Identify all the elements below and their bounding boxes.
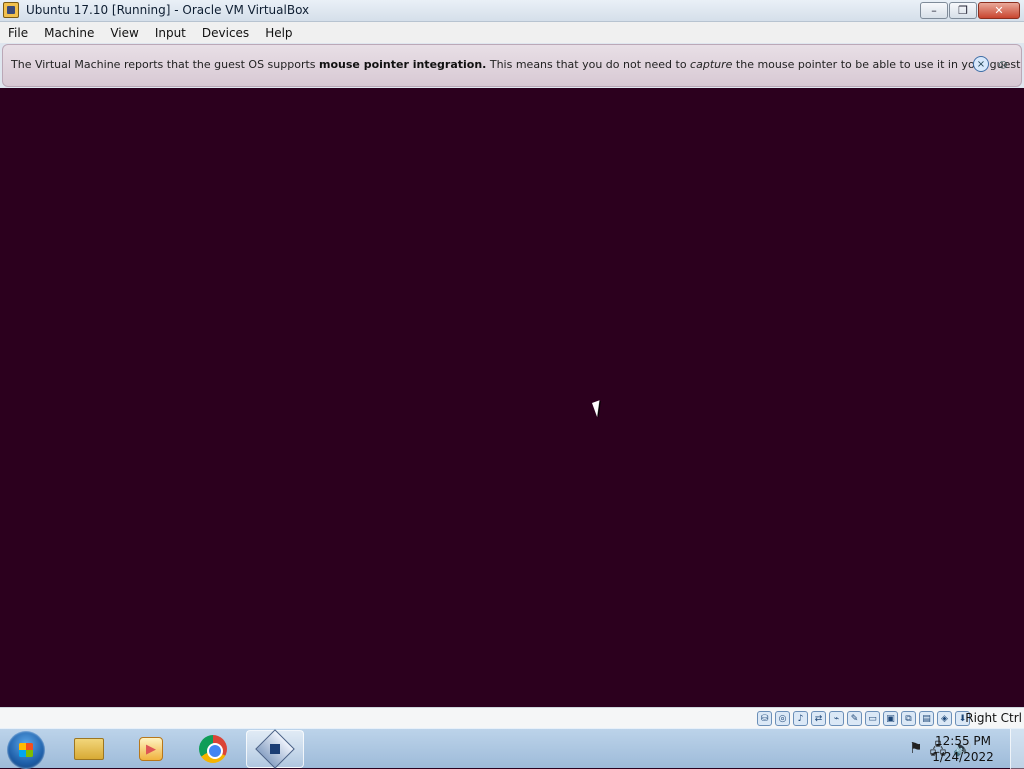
menu-devices[interactable]: Devices xyxy=(194,26,257,40)
video-capture-icon[interactable]: ⧉ xyxy=(901,711,916,726)
audio-icon[interactable]: ♪ xyxy=(793,711,808,726)
notice-italic-text: capture xyxy=(690,58,733,71)
notice-text: The Virtual Machine reports that the gue… xyxy=(11,58,1021,71)
mouse-cursor-icon xyxy=(592,400,605,418)
title-bar[interactable]: Ubuntu 17.10 [Running] - Oracle VM Virtu… xyxy=(0,0,1024,22)
taskbar-explorer-button[interactable] xyxy=(60,730,118,768)
pencil-icon[interactable]: ✎ xyxy=(847,711,862,726)
start-button-icon[interactable] xyxy=(7,731,45,769)
taskbar-virtualbox-button[interactable] xyxy=(246,729,304,769)
menu-bar: File Machine View Input Devices Help xyxy=(0,22,1024,43)
virtualbox-status-bar: ⛁ ◎ ♪ ⇄ ⌁ ✎ ▭ ▣ ⧉ ▤ ◈ ⬇ Right Ctrl xyxy=(0,707,1024,728)
hard-disk-icon[interactable]: ⛁ xyxy=(757,711,772,726)
minimize-button[interactable]: – xyxy=(920,2,948,19)
file-explorer-icon xyxy=(74,738,104,760)
close-button[interactable]: ✕ xyxy=(978,2,1020,19)
menu-help[interactable]: Help xyxy=(257,26,300,40)
media-player-icon: ▶ xyxy=(139,737,163,761)
optical-drive-icon[interactable]: ◎ xyxy=(775,711,790,726)
mouse-integration-icon[interactable]: ◈ xyxy=(937,711,952,726)
notice-text-middle: This means that you do not need to xyxy=(486,58,691,71)
flag-icon[interactable]: ⚑ xyxy=(909,739,922,764)
close-notice-icon[interactable]: × xyxy=(973,56,989,72)
virtualbox-app-icon xyxy=(3,2,19,18)
usb-icon[interactable]: ⌁ xyxy=(829,711,844,726)
clock-date: 1/24/2022 xyxy=(932,750,994,764)
menu-machine[interactable]: Machine xyxy=(36,26,102,40)
menu-input[interactable]: Input xyxy=(147,26,194,40)
dont-show-again-icon[interactable]: ⦸ xyxy=(995,56,1011,72)
cpu-icon[interactable]: ▤ xyxy=(919,711,934,726)
window-title: Ubuntu 17.10 [Running] - Oracle VM Virtu… xyxy=(26,3,310,17)
mouse-integration-notice: The Virtual Machine reports that the gue… xyxy=(2,44,1022,87)
guest-os-screen[interactable] xyxy=(0,88,1024,707)
taskbar-clock[interactable]: 12:55 PM 1/24/2022 xyxy=(928,733,998,765)
restore-button[interactable]: ❐ xyxy=(949,2,977,19)
notice-actions: × ⦸ xyxy=(973,56,1011,72)
chrome-icon xyxy=(199,735,227,763)
virtualbox-window: Ubuntu 17.10 [Running] - Oracle VM Virtu… xyxy=(0,0,1024,728)
host-key-label: Right Ctrl xyxy=(965,711,1022,725)
taskbar-media-player-button[interactable]: ▶ xyxy=(122,730,180,768)
network-icon[interactable]: ⇄ xyxy=(811,711,826,726)
menu-file[interactable]: File xyxy=(0,26,36,40)
windows-taskbar: ▶ ⚑ 🖧 🔊 12:55 PM 1/24/2022 xyxy=(0,728,1024,769)
display-icon[interactable]: ▣ xyxy=(883,711,898,726)
notice-bold-text: mouse pointer integration. xyxy=(319,58,487,71)
taskbar-chrome-button[interactable] xyxy=(184,730,242,768)
virtualbox-icon xyxy=(255,729,295,769)
show-desktop-button[interactable] xyxy=(1010,729,1024,769)
shared-folder-icon[interactable]: ▭ xyxy=(865,711,880,726)
clock-time: 12:55 PM xyxy=(935,734,991,748)
notice-text-before: The Virtual Machine reports that the gue… xyxy=(11,58,320,71)
menu-view[interactable]: View xyxy=(102,26,146,40)
status-icons: ⛁ ◎ ♪ ⇄ ⌁ ✎ ▭ ▣ ⧉ ▤ ◈ ⬇ xyxy=(757,711,970,726)
window-buttons: – ❐ ✕ xyxy=(920,2,1020,19)
